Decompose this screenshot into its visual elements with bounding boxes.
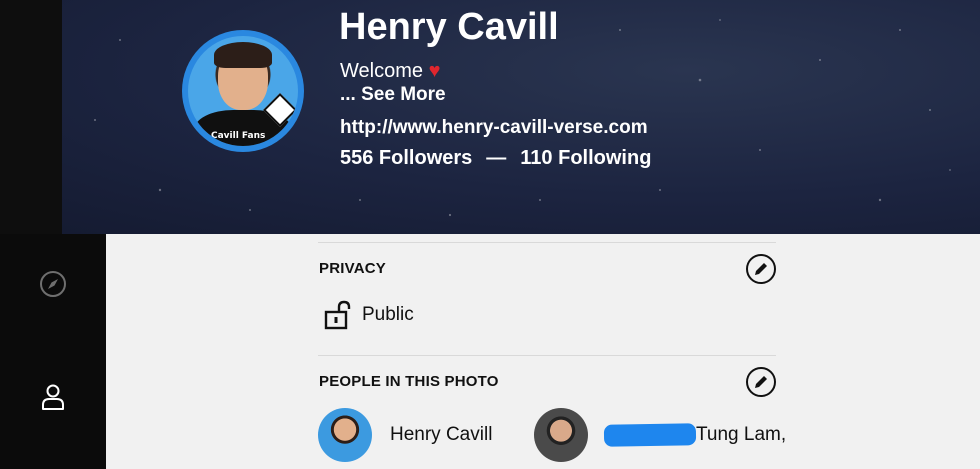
person-avatar: [534, 408, 588, 462]
privacy-title: PRIVACY: [319, 260, 386, 277]
bio-text: Welcome: [340, 60, 423, 82]
people-title: PEOPLE IN THIS PHOTO: [319, 373, 499, 390]
pencil-icon: [755, 263, 767, 275]
compass-icon: [40, 271, 66, 297]
following-link[interactable]: 110 Following: [520, 147, 651, 170]
heart-icon: ♥: [428, 60, 441, 82]
profile-name: Henry Cavill: [339, 6, 559, 48]
photo-details: PRIVACY Public PEOPLE IN THIS PHOTO Henr…: [106, 234, 980, 469]
sidebar: [0, 234, 106, 469]
unlock-icon: [324, 300, 351, 330]
person-item[interactable]: [534, 408, 588, 462]
person-name: Henry Cavill: [390, 424, 493, 445]
sidebar-item-explore[interactable]: [33, 264, 73, 304]
profile-avatar[interactable]: y Cavill Fans: [182, 30, 304, 152]
redaction-mark: [603, 423, 697, 447]
profile-avatar-image: y Cavill Fans: [188, 36, 298, 146]
person-name: Tung Lam,: [696, 424, 787, 445]
privacy-value: Public: [362, 304, 414, 325]
followers-link[interactable]: 556 Followers: [340, 147, 472, 170]
avatar-caption: y Cavill Fans: [202, 131, 266, 141]
divider: [318, 355, 776, 356]
divider: [318, 242, 776, 243]
follow-stats: 556 Followers — 110 Following: [340, 147, 651, 170]
pencil-icon: [755, 376, 767, 388]
user-icon: [42, 384, 64, 410]
edit-privacy-button[interactable]: [746, 254, 776, 284]
page: y Cavill Fans Henry Cavill Welcome ♥ ...…: [0, 0, 980, 469]
edit-people-button[interactable]: [746, 367, 776, 397]
privacy-setting: Public: [324, 300, 414, 330]
sidebar-item-profile[interactable]: [33, 377, 73, 417]
profile-bio: Welcome ♥: [340, 60, 440, 83]
person-item[interactable]: Henry Cavill: [318, 408, 492, 462]
website-link[interactable]: http://www.henry-cavill-verse.com: [340, 117, 648, 139]
follow-separator: —: [486, 147, 507, 169]
profile-header: y Cavill Fans Henry Cavill Welcome ♥ ...…: [0, 0, 980, 234]
see-more-link[interactable]: ... See More: [340, 84, 446, 106]
person-avatar: [318, 408, 372, 462]
